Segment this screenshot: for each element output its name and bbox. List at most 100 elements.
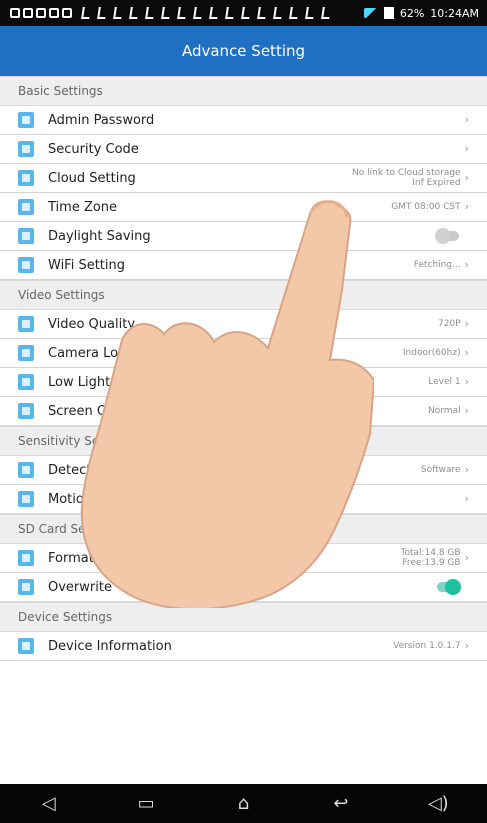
row-camera-location[interactable]: Camera Location Indoor(60hz) ›: [0, 339, 487, 368]
download-icon: [97, 7, 107, 19]
page-title: Advance Setting: [181, 42, 306, 60]
section-video-settings: Video Settings: [0, 280, 487, 310]
notification-icon: [49, 8, 59, 18]
status-time: 10:24AM: [430, 6, 479, 20]
row-label: Screen Orientation: [48, 403, 171, 419]
row-cloud-setting[interactable]: Cloud Setting No link to Cloud storage I…: [0, 164, 487, 193]
row-time-zone[interactable]: Time Zone GMT 08:00 CST ›: [0, 193, 487, 222]
row-label: Cloud Setting: [48, 170, 136, 186]
settings-item-icon: [18, 579, 34, 595]
row-value: GMT 08:00 CST ›: [391, 200, 469, 213]
download-icon: [289, 7, 299, 19]
notification-icon: [10, 8, 20, 18]
download-icon: [193, 7, 203, 19]
row-device-information[interactable]: Device Information Version 1.0.1.7 ›: [0, 632, 487, 661]
settings-item-icon: [18, 491, 34, 507]
chevron-right-icon: ›: [464, 346, 469, 359]
row-label: Daylight Saving: [48, 228, 151, 244]
settings-item-icon: [18, 228, 34, 244]
row-wifi-setting[interactable]: WiFi Setting Fetching... ›: [0, 251, 487, 280]
row-screen-orientation[interactable]: Screen Orientation Normal ›: [0, 397, 487, 426]
settings-item-icon: [18, 199, 34, 215]
row-value: 720P ›: [437, 317, 469, 330]
row-value: Version 1.0.1.7 ›: [393, 639, 469, 652]
settings-item-icon: [18, 462, 34, 478]
chevron-right-icon: ›: [464, 171, 469, 184]
title-bar: Advance Setting: [0, 26, 487, 76]
notification-icons: [0, 8, 72, 18]
settings-item-icon: [18, 112, 34, 128]
recent-apps-icon[interactable]: ▭: [126, 793, 166, 814]
row-label: WiFi Setting: [48, 257, 126, 273]
row-value: Indoor(60hz) ›: [402, 346, 469, 359]
row-detect-mode[interactable]: Detect Mode Software ›: [0, 456, 487, 485]
row-value: Level 1 ›: [428, 375, 469, 388]
row-low-light-enhancement[interactable]: Low Light Enhancement Level 1 ›: [0, 368, 487, 397]
settings-item-icon: [18, 141, 34, 157]
settings-item-icon: [18, 345, 34, 361]
wifi-icon: [363, 8, 378, 18]
download-icon: [113, 7, 123, 19]
row-label: Motion Mask: [48, 491, 130, 507]
row-overwrite[interactable]: Overwrite: [0, 573, 487, 602]
section-sd-card-settings: SD Card Settings: [0, 514, 487, 544]
row-value: Total:14.8 GB Free:13.9 GB ›: [400, 548, 469, 568]
row-label: Time Zone: [48, 199, 118, 215]
row-value: Fetching... ›: [413, 258, 469, 271]
status-bar: 62% 10:24AM: [0, 0, 487, 26]
notification-icon: [62, 8, 72, 18]
row-value: ›: [461, 142, 469, 155]
download-icons: [81, 7, 331, 19]
settings-list: Basic Settings Admin Password › Security…: [0, 76, 487, 784]
settings-item-icon: [18, 638, 34, 654]
chevron-right-icon: ›: [464, 317, 469, 330]
row-label: Admin Password: [48, 112, 155, 128]
settings-item-icon: [18, 403, 34, 419]
chevron-right-icon: ›: [464, 200, 469, 213]
download-icon: [321, 7, 331, 19]
row-label: Security Code: [48, 141, 139, 157]
row-label: Device Information: [48, 638, 172, 654]
download-icon: [209, 7, 219, 19]
settings-item-icon: [18, 316, 34, 332]
row-label: Format SD Card: [48, 550, 151, 566]
row-value: [437, 579, 469, 595]
overwrite-toggle[interactable]: [437, 579, 461, 595]
chevron-right-icon: ›: [464, 404, 469, 417]
volume-up-icon[interactable]: ◁): [418, 793, 458, 814]
notification-icon: [36, 8, 46, 18]
settings-item-icon: [18, 550, 34, 566]
row-motion-mask[interactable]: Motion Mask ›: [0, 485, 487, 514]
status-right: 62% 10:24AM: [363, 6, 487, 20]
chevron-right-icon: ›: [464, 142, 469, 155]
chevron-right-icon: ›: [464, 639, 469, 652]
row-value: Software ›: [420, 463, 469, 476]
row-value: ›: [461, 493, 469, 504]
download-icon: [161, 7, 171, 19]
row-video-quality[interactable]: Video Quality 720P ›: [0, 310, 487, 339]
download-icon: [257, 7, 267, 19]
download-icon: [225, 7, 235, 19]
row-value: [435, 228, 469, 244]
row-label: Camera Location: [48, 345, 159, 361]
download-icon: [305, 7, 315, 19]
chevron-right-icon: ›: [464, 551, 469, 564]
row-label: Low Light Enhancement: [48, 374, 205, 390]
chevron-right-icon: ›: [464, 113, 469, 126]
row-admin-password[interactable]: Admin Password ›: [0, 106, 487, 135]
row-label: Overwrite: [48, 579, 112, 595]
notification-icon: [23, 8, 33, 18]
home-icon[interactable]: ⌂: [223, 793, 263, 814]
chevron-right-icon: ›: [464, 375, 469, 388]
back-icon[interactable]: ↩: [321, 793, 361, 814]
volume-down-icon[interactable]: ◁: [29, 793, 69, 814]
row-label: Detect Mode: [48, 462, 131, 478]
daylight-saving-toggle[interactable]: [435, 228, 459, 244]
row-daylight-saving[interactable]: Daylight Saving: [0, 222, 487, 251]
settings-item-icon: [18, 257, 34, 273]
row-security-code[interactable]: Security Code ›: [0, 135, 487, 164]
row-format-sd-card[interactable]: Format SD Card Total:14.8 GB Free:13.9 G…: [0, 544, 487, 573]
navigation-bar: ◁ ▭ ⌂ ↩ ◁): [0, 784, 487, 823]
battery-percentage: 62%: [399, 6, 425, 20]
row-value: No link to Cloud storage Inf Expired ›: [352, 168, 469, 188]
